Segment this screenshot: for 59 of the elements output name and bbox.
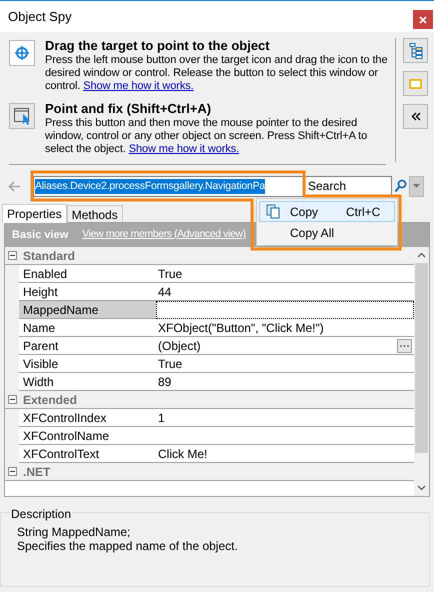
- show-me-link[interactable]: Show me how it works.: [128, 143, 240, 155]
- minus-box-icon: [8, 467, 16, 476]
- property-name: Enabled: [19, 265, 156, 283]
- property-name: MappedName: [19, 301, 156, 319]
- property-name: Height: [19, 283, 156, 301]
- scrollbar[interactable]: [414, 247, 429, 496]
- close-button[interactable]: [413, 10, 433, 29]
- tab[interactable]: Properties: [2, 204, 67, 223]
- ellipsis-button[interactable]: [397, 338, 412, 352]
- collapse-button[interactable]: [403, 104, 428, 129]
- minus-box-icon: [8, 251, 16, 260]
- description-text: Specifies the mapped name of the object.: [17, 539, 239, 553]
- show-me-link[interactable]: Show me how it works.: [83, 80, 194, 92]
- property-value[interactable]: 44: [156, 283, 414, 301]
- scroll-up-icon[interactable]: [417, 252, 426, 258]
- property-value[interactable]: [156, 301, 414, 319]
- tab[interactable]: Methods: [66, 205, 123, 222]
- group-name: Standard: [23, 248, 76, 264]
- window-pointer-button[interactable]: [9, 103, 35, 129]
- property-value[interactable]: 1: [156, 409, 414, 427]
- property-name: XFControlName: [19, 427, 156, 445]
- rectangle-icon: [409, 78, 422, 88]
- caret-icon: [413, 184, 420, 188]
- group-name: Extended: [23, 392, 78, 408]
- property-name: Visible: [19, 355, 156, 373]
- property-value[interactable]: True: [156, 355, 414, 373]
- window-pointer-icon: [14, 108, 30, 124]
- instruction-title: Drag the target to point to the object: [45, 38, 271, 54]
- crosshair-icon: [15, 46, 29, 60]
- property-value[interactable]: (Object): [156, 337, 414, 355]
- scroll-down-icon[interactable]: [417, 485, 426, 491]
- group-name: .NET: [23, 464, 50, 480]
- dropdown-button[interactable]: [409, 176, 424, 196]
- description-text: String MappedName;: [17, 525, 132, 539]
- copy-icon: [266, 204, 280, 218]
- instruction-title: Point and fix (Shift+Ctrl+A): [45, 101, 212, 117]
- instruction-text: Press the left mouse button over the target icon and drag the icon to the desired window or control. Release the button to select this window or control. Show me how it works.: [45, 54, 388, 93]
- window-title: Object Spy: [8, 8, 72, 26]
- instruction-text: Press this button and then move the mouse pointer to the desired window, control or any other object on screen. Press Shift+Ctrl+A to select the object. Show me how it works.: [45, 117, 368, 156]
- menu-item[interactable]: Copy All: [259, 222, 395, 243]
- property-value[interactable]: Click Me!: [156, 445, 414, 463]
- property-name: Parent: [19, 337, 156, 355]
- property-value[interactable]: 89: [156, 373, 414, 391]
- search-icon[interactable]: [394, 179, 407, 193]
- double-chevron-icon: [410, 112, 420, 121]
- menu-item[interactable]: Copy Ctrl+C: [259, 201, 395, 222]
- property-value[interactable]: XFObject("Button", "Click Me!"): [156, 319, 414, 337]
- view-title: Basic view: [12, 228, 68, 243]
- tree-icon: [408, 42, 422, 58]
- tree-view-button[interactable]: [403, 38, 428, 63]
- close-icon: [419, 16, 427, 24]
- property-name: Width: [19, 373, 156, 391]
- target-button[interactable]: [9, 40, 35, 66]
- object-path-field[interactable]: Aliases.Device2.processFormsgallery.NavigationPa: [33, 176, 304, 196]
- property-name: Name: [19, 319, 156, 337]
- property-value[interactable]: True: [156, 265, 414, 283]
- minus-box-icon: [8, 395, 16, 404]
- property-name: XFControlText: [19, 445, 156, 463]
- property-name: XFControlIndex: [19, 409, 156, 427]
